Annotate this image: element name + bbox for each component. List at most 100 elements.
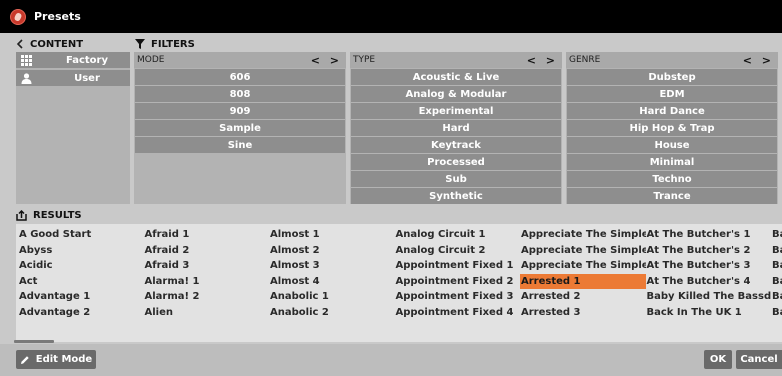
filter-item[interactable]: Techno	[567, 171, 777, 187]
filter-nav-arrows[interactable]: < >	[527, 54, 558, 67]
filter-item[interactable]: House	[567, 137, 777, 153]
results-grid: A Good Start Abyss Acidic Act Advantage 1 Adv…	[18, 227, 782, 320]
filter-column-header: MODE < >	[134, 52, 346, 68]
horizontal-scrollbar[interactable]	[14, 340, 54, 343]
filter-item[interactable]: Dubstep	[567, 69, 777, 85]
results-list: A Good Start Abyss Acidic Act Advantage 1 Adv…	[16, 224, 782, 342]
filter-item[interactable]: 606	[135, 69, 345, 85]
filter-item[interactable]: Processed	[351, 154, 561, 170]
result-item[interactable]: Ba	[771, 243, 782, 259]
filter-item[interactable]: Sample	[135, 120, 345, 136]
result-item[interactable]: Appreciate The Simple T	[520, 227, 646, 243]
result-item[interactable]: Arrested 3	[520, 305, 646, 321]
pencil-icon	[20, 355, 30, 365]
content-panel: Factory User	[16, 52, 130, 204]
filter-item[interactable]: Sub	[351, 171, 561, 187]
result-item[interactable]: Almost 2	[269, 243, 395, 259]
result-item[interactable]: At The Butcher's 4	[646, 274, 772, 290]
result-item[interactable]: Advantage 2	[18, 305, 144, 321]
result-item[interactable]: Arrested 2	[520, 289, 646, 305]
filter-item[interactable]: Sine	[135, 137, 345, 153]
filter-list: Acoustic & Live Analog & Modular Experim…	[350, 68, 562, 204]
filter-item[interactable]: EDM	[567, 86, 777, 102]
filters-header-label: FILTERS	[151, 38, 195, 50]
edit-mode-label: Edit Mode	[35, 354, 93, 365]
filter-column-title: GENRE	[569, 55, 601, 65]
filter-column-header: GENRE < >	[566, 52, 778, 68]
export-icon	[16, 209, 27, 221]
result-item[interactable]: Ba	[771, 258, 782, 274]
result-item[interactable]: Ba	[771, 227, 782, 243]
result-item[interactable]: Appointment Fixed 4	[395, 305, 521, 321]
results-header: RESULTS	[16, 208, 82, 222]
filter-column-mode: MODE < > 606 808 909 Sample Sine	[134, 52, 346, 204]
result-item[interactable]: Acidic	[18, 258, 144, 274]
filter-list: 606 808 909 Sample Sine	[134, 68, 346, 153]
result-item[interactable]: Almost 4	[269, 274, 395, 290]
result-item[interactable]: Ba	[771, 274, 782, 290]
result-item[interactable]: Alien	[144, 305, 270, 321]
result-item[interactable]: Appreciate The Simple T	[520, 243, 646, 259]
result-item[interactable]: Abyss	[18, 243, 144, 259]
filter-item[interactable]: 808	[135, 86, 345, 102]
filter-item[interactable]: Hard	[351, 120, 561, 136]
chevron-left-icon[interactable]	[16, 39, 24, 49]
result-item[interactable]: Appointment Fixed 2	[395, 274, 521, 290]
filter-column-genre: GENRE < > Dubstep EDM Hard Dance Hip Hop…	[566, 52, 778, 204]
result-item[interactable]: At The Butcher's 2	[646, 243, 772, 259]
app-logo-icon	[10, 8, 26, 25]
filter-item[interactable]: Hip Hop & Trap	[567, 120, 777, 136]
result-item[interactable]: Ba	[771, 289, 782, 305]
filter-column-title: MODE	[137, 55, 165, 65]
filter-column-type: TYPE < > Acoustic & Live Analog & Modula…	[350, 52, 562, 204]
result-item[interactable]: Arrested 1	[520, 273, 646, 289]
filter-nav-arrows[interactable]: < >	[743, 54, 774, 67]
grid-icon	[19, 53, 33, 67]
bottom-bar	[0, 344, 782, 376]
result-item[interactable]: Alarma! 2	[144, 289, 270, 305]
result-item[interactable]: At The Butcher's 1	[646, 227, 772, 243]
cancel-button[interactable]: Cancel	[736, 350, 782, 369]
filter-item[interactable]: Minimal	[567, 154, 777, 170]
ok-button[interactable]: OK	[704, 350, 732, 369]
filters-header: FILTERS	[135, 37, 195, 51]
filter-item[interactable]: Trance	[567, 188, 777, 204]
result-item[interactable]: Act	[18, 274, 144, 290]
result-item[interactable]: Anabolic 2	[269, 305, 395, 321]
filter-item[interactable]: Keytrack	[351, 137, 561, 153]
content-item-factory[interactable]: Factory	[16, 52, 130, 68]
filter-item[interactable]: 909	[135, 103, 345, 119]
result-item[interactable]: Afraid 2	[144, 243, 270, 259]
result-item[interactable]: Appointment Fixed 3	[395, 289, 521, 305]
result-item[interactable]: Analog Circuit 1	[395, 227, 521, 243]
result-item[interactable]: A Good Start	[18, 227, 144, 243]
result-item[interactable]: At The Butcher's 3	[646, 258, 772, 274]
result-item[interactable]: Almost 3	[269, 258, 395, 274]
filter-item[interactable]: Experimental	[351, 103, 561, 119]
result-item[interactable]: Almost 1	[269, 227, 395, 243]
result-item[interactable]: Appreciate The Simple T	[520, 258, 646, 274]
filter-item[interactable]: Acoustic & Live	[351, 69, 561, 85]
result-item[interactable]: Back In The UK 1	[646, 305, 772, 321]
edit-mode-button[interactable]: Edit Mode	[16, 350, 96, 369]
result-item[interactable]: Analog Circuit 2	[395, 243, 521, 259]
filter-list: Dubstep EDM Hard Dance Hip Hop & Trap Ho…	[566, 68, 778, 204]
content-item-label: Factory	[65, 54, 109, 66]
filter-item[interactable]: Synthetic	[351, 188, 561, 204]
content-item-user[interactable]: User	[16, 70, 130, 86]
result-item[interactable]: Afraid 1	[144, 227, 270, 243]
filter-item[interactable]: Analog & Modular	[351, 86, 561, 102]
result-item[interactable]: Anabolic 1	[269, 289, 395, 305]
filter-item[interactable]: Hard Dance	[567, 103, 777, 119]
content-header[interactable]: CONTENT	[16, 37, 83, 51]
window-title: Presets	[34, 10, 81, 23]
filter-column-header: TYPE < >	[350, 52, 562, 68]
filter-nav-arrows[interactable]: < >	[311, 54, 342, 67]
result-item[interactable]: Advantage 1	[18, 289, 144, 305]
filter-icon	[135, 39, 145, 49]
result-item[interactable]: Ba	[771, 305, 782, 321]
result-item[interactable]: Baby Killed The Bassdru	[646, 289, 772, 305]
result-item[interactable]: Afraid 3	[144, 258, 270, 274]
result-item[interactable]: Appointment Fixed 1	[395, 258, 521, 274]
result-item[interactable]: Alarma! 1	[144, 274, 270, 290]
